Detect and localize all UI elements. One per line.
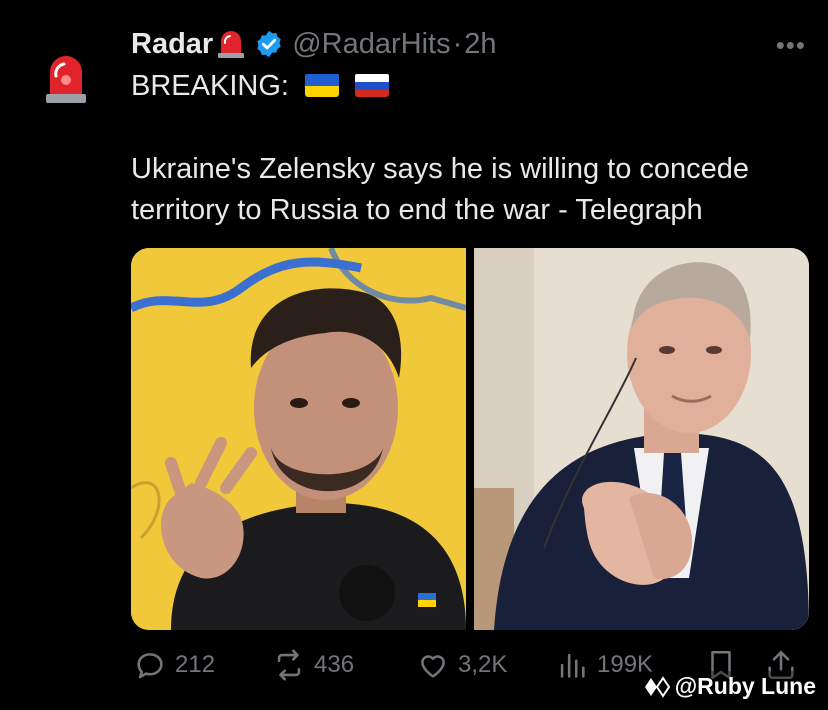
tweet-body-line-2: territory to Russia to end the war - Tel… bbox=[131, 194, 703, 226]
tweet-body-line-1: Ukraine's Zelensky says he is willing to… bbox=[131, 153, 750, 185]
timestamp[interactable]: 2h bbox=[464, 28, 496, 61]
siren-icon bbox=[46, 56, 86, 103]
repost-count: 436 bbox=[314, 651, 355, 678]
breaking-line: BREAKING: bbox=[131, 70, 390, 103]
putin-photo[interactable] bbox=[474, 248, 809, 630]
zelensky-photo[interactable] bbox=[131, 248, 466, 630]
breaking-label: BREAKING: bbox=[131, 70, 289, 102]
like-count: 3,2K bbox=[458, 651, 508, 678]
more-options-icon[interactable]: ••• bbox=[776, 30, 806, 61]
watermark-text: @Ruby Lune bbox=[674, 673, 816, 699]
separator-dot: · bbox=[452, 27, 463, 60]
reply-button[interactable]: 212 bbox=[133, 648, 215, 682]
verified-badge-icon bbox=[254, 29, 284, 59]
reply-count: 212 bbox=[175, 651, 216, 678]
russia-flag-icon bbox=[355, 73, 390, 97]
diamond-logo-icon bbox=[644, 675, 670, 698]
siren-emoji-icon bbox=[217, 29, 245, 59]
reply-icon bbox=[137, 653, 163, 679]
views-chart-icon bbox=[560, 653, 585, 678]
repost-button[interactable]: 436 bbox=[272, 648, 354, 682]
avatar[interactable] bbox=[44, 52, 88, 104]
repost-icon bbox=[277, 649, 301, 681]
handle[interactable]: @RadarHits bbox=[292, 28, 450, 61]
ukraine-flag-icon bbox=[305, 73, 339, 97]
display-name[interactable]: Radar bbox=[131, 28, 213, 61]
watermark: @Ruby Lune bbox=[638, 671, 820, 702]
heart-icon bbox=[421, 655, 445, 678]
like-button[interactable]: 3,2K bbox=[416, 648, 507, 682]
tweet-media[interactable] bbox=[131, 248, 809, 630]
tweet-header: Radar @RadarHits · 2h bbox=[131, 26, 497, 62]
